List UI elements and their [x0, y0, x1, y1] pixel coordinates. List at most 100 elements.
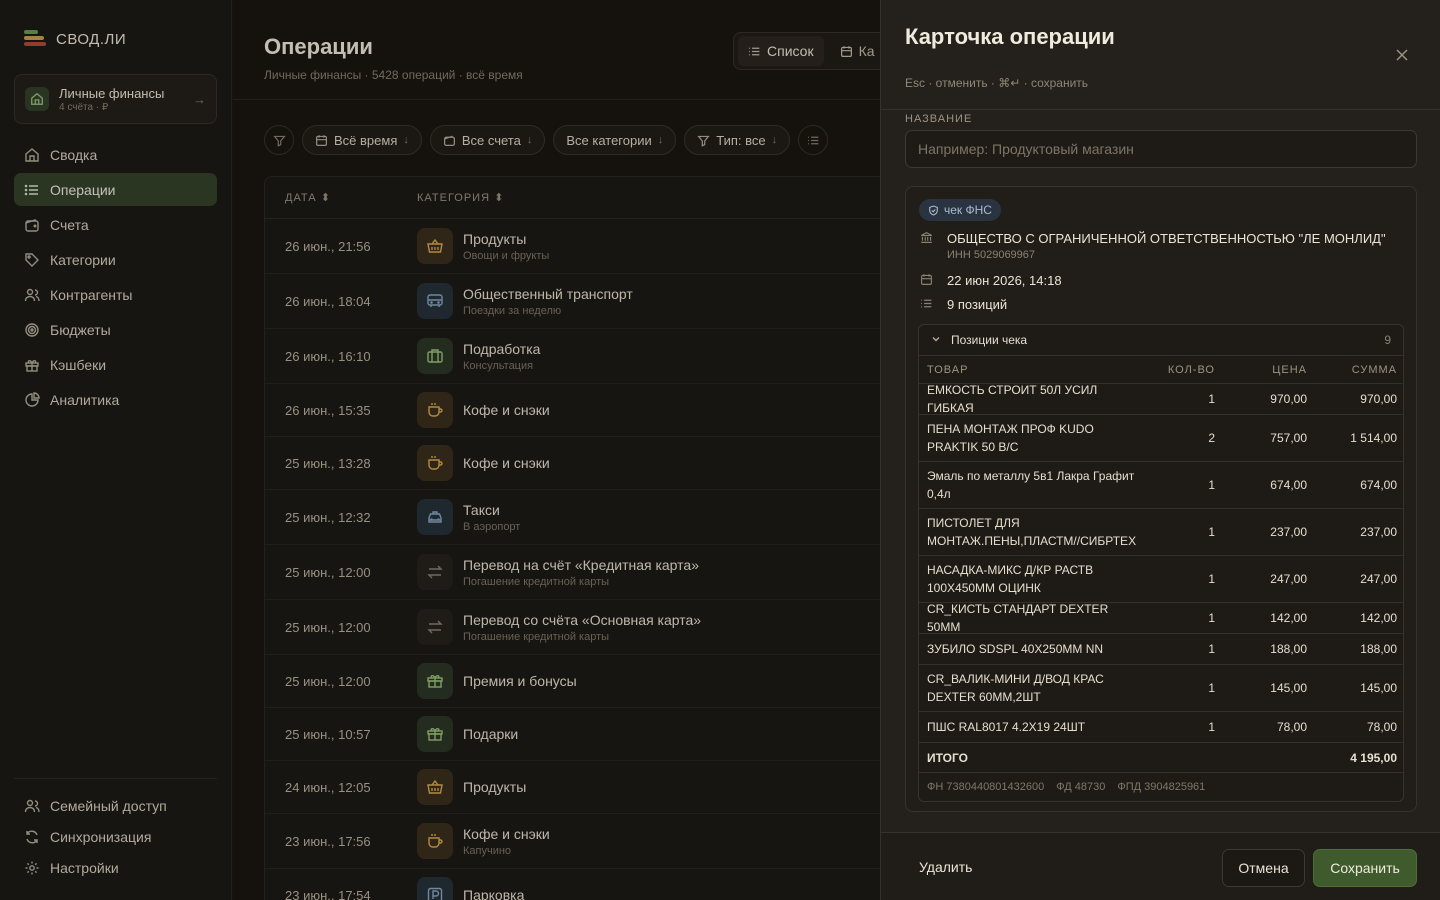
column-category[interactable]: КАТЕГОРИЯ ⬍ — [417, 191, 504, 204]
row-note: Консультация — [463, 359, 534, 372]
taxi-icon — [417, 499, 453, 535]
sidebar: СВОД.ЛИ Личные финансы 4 счёта · ₽ → Сво… — [0, 0, 232, 900]
pie-chart-icon — [25, 391, 40, 407]
arrow-down-icon: ↓ — [657, 134, 664, 146]
filter-period[interactable]: Всё время ↓ — [302, 125, 422, 155]
keyboard-hint: Esc · отменить · ⌘↵ · сохранить — [905, 76, 1089, 90]
nav-item-cashback[interactable]: Кэшбеки — [14, 348, 217, 381]
workspace-switcher[interactable]: Личные финансы 4 счёта · ₽ → — [14, 74, 217, 124]
workspace-subtitle: 4 счёта · ₽ — [59, 101, 109, 113]
items-toggle[interactable]: Позиции чека 9 — [919, 325, 1403, 356]
fiscal-fpd: ФПД 3904825961 — [1117, 781, 1206, 793]
nav-label: Синхронизация — [50, 828, 152, 845]
row-category: Кофе и снэки — [463, 402, 550, 418]
save-button[interactable]: Сохранить — [1313, 849, 1417, 887]
table-row[interactable]: 26 июн., 15:35 Кофе и снэки — [265, 384, 880, 437]
row-date: 25 июн., 12:00 — [285, 673, 371, 689]
items-header: ТОВАР КОЛ-ВО ЦЕНА СУММА — [919, 356, 1403, 384]
nav-item-analytics[interactable]: Аналитика — [14, 383, 217, 416]
table-row[interactable]: 23 июн., 17:56 Кофе и снэки Капучино — [265, 814, 880, 869]
fns-badge: чек ФНС — [919, 199, 1001, 221]
item-good: ПИСТОЛЕТ ДЛЯ МОНТАЖ.ПЕНЫ,ПЛАСТМ//СИБРТЕХ — [927, 516, 1137, 548]
coffee-icon — [417, 823, 453, 859]
filter-icon[interactable] — [264, 125, 294, 155]
name-input[interactable] — [905, 130, 1417, 168]
nav-item-categories[interactable]: Категории — [14, 243, 217, 276]
receipt-item-row: CR_КИСТЬ СТАНДАРТ DEXTER 50ММ 1 142,00 142,… — [919, 602, 1403, 634]
receipt-item-row: ПШС RAL8017 4.2Х19 24ШТ 1 78,00 78,00 — [919, 712, 1403, 743]
nav-item-budgets[interactable]: Бюджеты — [14, 313, 217, 346]
arrow-down-icon: ↓ — [403, 134, 409, 146]
filter-accounts[interactable]: Все счета ↓ — [429, 125, 546, 155]
filter-categories[interactable]: Все категории ↓ — [553, 125, 677, 155]
delete-button[interactable]: Удалить — [919, 859, 972, 875]
operations-table: ДАТА ⬍ КАТЕГОРИЯ ⬍ 26 июн., 21:56 Продукт… — [264, 176, 880, 900]
table-row[interactable]: 26 июн., 21:56 Продукты Овощи и фрукты — [265, 219, 880, 274]
columns-icon[interactable] — [798, 125, 829, 155]
table-row[interactable]: 24 июн., 12:05 Продукты — [265, 761, 880, 814]
basket-icon — [417, 228, 453, 264]
table-row[interactable]: 25 июн., 12:00 Перевод на счёт «Кредитная… — [265, 545, 880, 600]
filter-period-label: Всё время — [334, 132, 398, 148]
table-row[interactable]: 25 июн., 12:00 Премия и бонусы — [265, 655, 880, 708]
receipt-item-row: Эмаль по металлу 5в1 Лакра Графит 0,4л 1 6… — [919, 462, 1403, 509]
seller-inn: ИНН 5029069967 — [947, 249, 1036, 261]
item-price: 674,00 — [1270, 478, 1307, 492]
home-icon — [25, 87, 49, 111]
receipt-item-row: НАСАДКА-МИКС Д/КР РАСТВ 100Х450ММ ОЦИНК 1… — [919, 556, 1403, 603]
nav-item-sync[interactable]: Синхронизация — [14, 822, 217, 851]
nav-item-counterparties[interactable]: Контрагенты — [14, 278, 217, 311]
nav-item-family[interactable]: Семейный доступ — [14, 791, 217, 820]
view-calendar-button[interactable]: Ка — [830, 36, 880, 66]
view-switch: Список Ка — [733, 32, 880, 70]
nav-label: Настройки — [50, 859, 119, 876]
row-category: Кофе и снэки — [463, 825, 550, 842]
column-date[interactable]: ДАТА ⬍ — [265, 191, 417, 204]
filter-accounts-label: Все счета — [461, 132, 521, 148]
nav-item-accounts[interactable]: Счета — [14, 208, 217, 241]
row-note: Капучино — [463, 844, 512, 857]
filter-type[interactable]: Тип: все ↓ — [684, 125, 791, 155]
row-note: Погашение кредитной карты — [463, 630, 610, 643]
logo[interactable]: СВОД.ЛИ — [24, 30, 126, 48]
table-row[interactable]: 23 июн., 17:54 Парковка — [265, 869, 880, 900]
table-row[interactable]: 25 июн., 10:57 Подарки — [265, 708, 880, 761]
badge-label: чек ФНС — [944, 203, 992, 217]
wallet-icon — [25, 218, 39, 232]
list-icon — [24, 184, 38, 195]
item-price: 78,00 — [1276, 720, 1307, 734]
item-price: 188,00 — [1270, 642, 1307, 656]
row-date: 25 июн., 12:32 — [285, 509, 371, 525]
total-value: 4 195,00 — [1350, 750, 1397, 765]
row-category: Подарки — [463, 726, 519, 742]
row-date: 25 июн., 12:00 — [285, 619, 371, 635]
table-row[interactable]: 25 июн., 12:32 Такси В аэропорт — [265, 490, 880, 545]
view-calendar-label: Ка — [858, 43, 875, 59]
nav-item-summary[interactable]: Сводка — [14, 138, 217, 171]
row-category: Продукты — [463, 230, 527, 247]
drawer-title: Карточка операции — [905, 24, 1115, 49]
column-good: ТОВАР — [927, 363, 969, 376]
table-row[interactable]: 25 июн., 13:28 Кофе и снэки — [265, 437, 880, 490]
home-icon — [25, 147, 39, 162]
row-date: 26 июн., 18:04 — [285, 293, 371, 309]
table-row[interactable]: 26 июн., 18:04 Общественный транспорт Поез… — [265, 274, 880, 329]
sort-icon: ⬍ — [494, 192, 505, 204]
item-qty: 2 — [1208, 431, 1215, 445]
cancel-button[interactable]: Отмена — [1222, 849, 1305, 887]
nav-label: Сводка — [50, 146, 98, 163]
tag-icon — [25, 252, 39, 267]
arrow-down-icon: ↓ — [771, 134, 778, 146]
view-list-button[interactable]: Список — [738, 36, 824, 66]
nav-item-settings[interactable]: Настройки — [14, 853, 217, 882]
row-category: Перевод со счёта «Основная карта» — [463, 611, 702, 628]
table-row[interactable]: 26 июн., 16:10 Подработка Консультация — [265, 329, 880, 384]
close-icon[interactable] — [1393, 46, 1411, 64]
item-good: ЗУБИЛО SDSPL 40Х250ММ NN — [927, 642, 1104, 656]
row-category: Парковка — [463, 887, 525, 900]
table-row[interactable]: 25 июн., 12:00 Перевод со счёта «Основная… — [265, 600, 880, 655]
filter-type-label: Тип: все — [716, 132, 766, 148]
list-icon — [921, 299, 932, 308]
nav-item-operations[interactable]: Операции — [14, 173, 217, 206]
fiscal-fn: ФН 7380440801432600 — [927, 781, 1045, 793]
